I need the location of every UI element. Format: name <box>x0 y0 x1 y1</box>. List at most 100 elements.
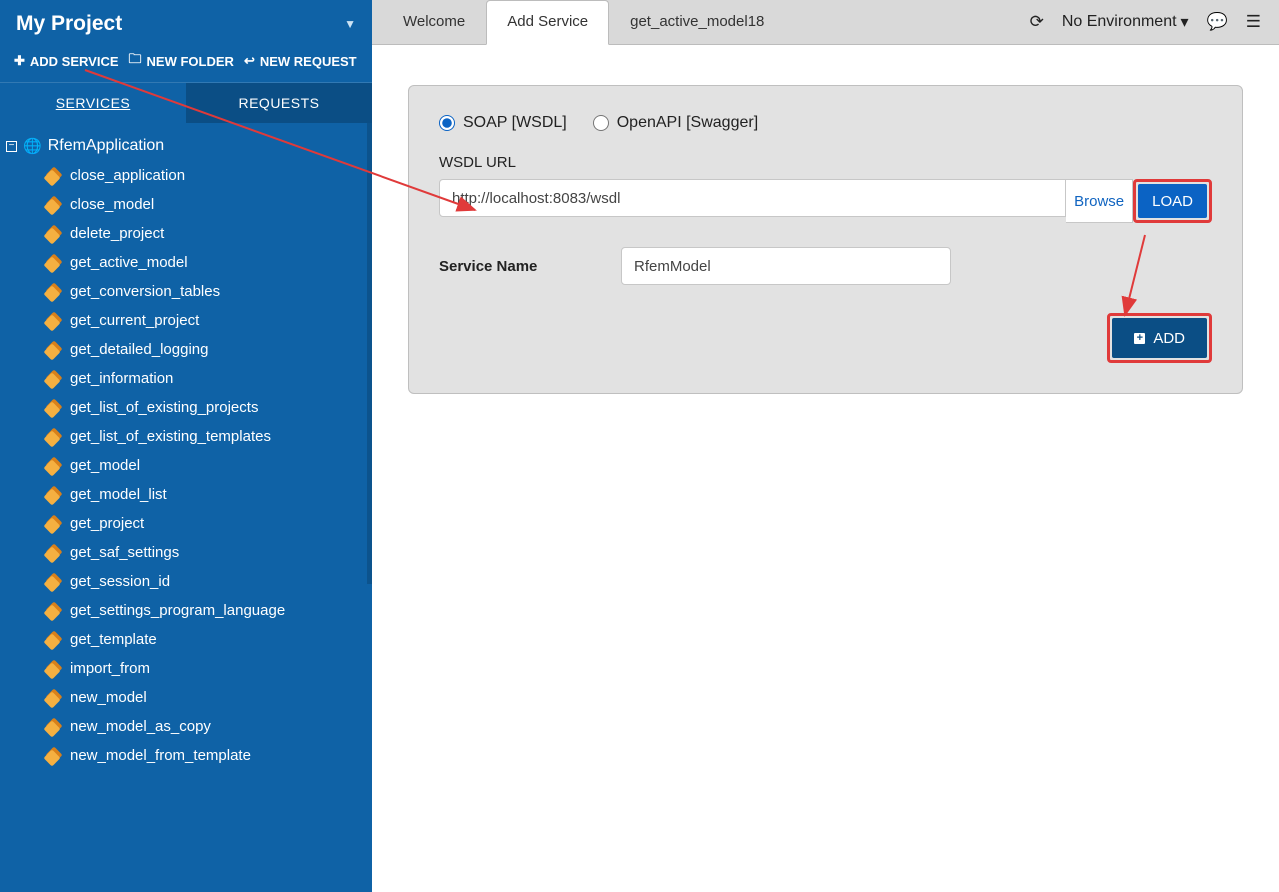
tab-services[interactable]: SERVICES <box>0 83 186 123</box>
radio-soap-input[interactable] <box>439 115 455 131</box>
new-request-action[interactable]: ↩ NEW REQUEST <box>244 50 357 72</box>
tree-item-label: new_model <box>70 689 147 706</box>
tree-item[interactable]: get_settings_program_language <box>38 596 372 625</box>
operation-icon <box>46 459 60 473</box>
tree-item-label: get_model_list <box>70 486 167 503</box>
add-button[interactable]: + ADD <box>1112 318 1207 358</box>
add-service-action[interactable]: ✚ ADD SERVICE <box>14 50 119 72</box>
radio-soap-label: SOAP [WSDL] <box>463 114 567 132</box>
tree-item[interactable]: new_model_from_template <box>38 741 372 770</box>
operation-icon <box>46 285 60 299</box>
tree-item-label: get_template <box>70 631 157 648</box>
operation-icon <box>46 343 60 357</box>
load-button[interactable]: LOAD <box>1138 184 1207 218</box>
browse-link[interactable]: Browse <box>1066 179 1133 223</box>
request-icon: ↩ <box>244 53 255 69</box>
tree-item[interactable]: get_list_of_existing_templates <box>38 422 372 451</box>
operation-icon <box>46 430 60 444</box>
main-tab[interactable]: Welcome <box>382 0 486 44</box>
tree-item[interactable]: get_detailed_logging <box>38 335 372 364</box>
operation-icon <box>46 633 60 647</box>
tree-item[interactable]: get_saf_settings <box>38 538 372 567</box>
wsdl-url-label: WSDL URL <box>439 154 1212 171</box>
refresh-icon[interactable]: ⟳ <box>1030 12 1044 32</box>
tab-services-label: SERVICES <box>56 95 131 111</box>
operation-icon <box>46 401 60 415</box>
service-name-input[interactable] <box>621 247 951 285</box>
globe-icon: 🌐 <box>23 137 42 155</box>
environment-dropdown[interactable]: No Environment ▾ <box>1062 12 1189 32</box>
chevron-down-icon: ▾ <box>1181 12 1189 32</box>
tree-item-label: get_session_id <box>70 573 170 590</box>
tree-item-label: get_information <box>70 370 173 387</box>
service-name-row: Service Name <box>439 247 1212 285</box>
tree-root-label: RfemApplication <box>48 137 165 155</box>
tree-item[interactable]: get_model_list <box>38 480 372 509</box>
radio-openapi-label: OpenAPI [Swagger] <box>617 114 758 132</box>
radio-openapi-input[interactable] <box>593 115 609 131</box>
main: WelcomeAdd Serviceget_active_model18 ⟳ N… <box>372 0 1279 892</box>
tree-item-label: get_active_model <box>70 254 188 271</box>
wsdl-url-input[interactable] <box>439 179 1066 217</box>
tree-root[interactable]: − 🌐 RfemApplication <box>0 131 372 161</box>
tree-item[interactable]: get_conversion_tables <box>38 277 372 306</box>
add-service-label: ADD SERVICE <box>30 54 119 69</box>
collapse-icon[interactable]: − <box>6 141 17 152</box>
operation-icon <box>46 749 60 763</box>
tree-item-label: get_model <box>70 457 140 474</box>
tree-item[interactable]: get_information <box>38 364 372 393</box>
sidebar: My Project ▼ ✚ ADD SERVICE 🗀 NEW FOLDER … <box>0 0 372 892</box>
tree-item[interactable]: new_model_as_copy <box>38 712 372 741</box>
radio-openapi[interactable]: OpenAPI [Swagger] <box>593 114 758 132</box>
operation-icon <box>46 517 60 531</box>
add-highlight: + ADD <box>1107 313 1212 363</box>
service-tree: − 🌐 RfemApplication close_applicationclo… <box>0 123 372 892</box>
project-menu-caret-icon[interactable]: ▼ <box>344 17 356 31</box>
tree-item[interactable]: import_from <box>38 654 372 683</box>
tree-item[interactable]: new_model <box>38 683 372 712</box>
tree-item[interactable]: close_model <box>38 190 372 219</box>
operation-icon <box>46 169 60 183</box>
project-header: My Project ▼ <box>0 0 372 46</box>
plus-circle-icon: ✚ <box>14 53 25 69</box>
project-title: My Project <box>16 12 122 36</box>
operation-icon <box>46 662 60 676</box>
tree-item-label: get_project <box>70 515 144 532</box>
operation-icon <box>46 604 60 618</box>
radio-soap[interactable]: SOAP [WSDL] <box>439 114 567 132</box>
tree-item-label: delete_project <box>70 225 164 242</box>
environment-label: No Environment <box>1062 13 1177 31</box>
tab-requests-label: REQUESTS <box>238 95 319 111</box>
folder-icon: 🗀 <box>129 50 142 72</box>
tree-item[interactable]: delete_project <box>38 219 372 248</box>
tree-item[interactable]: get_project <box>38 509 372 538</box>
load-highlight: LOAD <box>1133 179 1212 223</box>
operation-icon <box>46 720 60 734</box>
tree-item[interactable]: close_application <box>38 161 372 190</box>
chat-icon[interactable]: 💬 <box>1207 12 1228 32</box>
new-folder-action[interactable]: 🗀 NEW FOLDER <box>129 50 234 72</box>
tree-item-label: get_detailed_logging <box>70 341 208 358</box>
tree-item[interactable]: get_model <box>38 451 372 480</box>
tab-requests[interactable]: REQUESTS <box>186 83 372 123</box>
tree-item-label: new_model_from_template <box>70 747 251 764</box>
tree-item-label: import_from <box>70 660 150 677</box>
tree-item-label: get_list_of_existing_projects <box>70 399 258 416</box>
main-tab[interactable]: get_active_model18 <box>609 0 785 44</box>
tree-item-label: get_settings_program_language <box>70 602 285 619</box>
new-request-label: NEW REQUEST <box>260 54 357 69</box>
operation-icon <box>46 256 60 270</box>
operation-icon <box>46 691 60 705</box>
tree-item[interactable]: get_session_id <box>38 567 372 596</box>
tree-item[interactable]: get_active_model <box>38 248 372 277</box>
operation-icon <box>46 198 60 212</box>
tree-item[interactable]: get_current_project <box>38 306 372 335</box>
main-tab[interactable]: Add Service <box>486 0 609 45</box>
add-row: + ADD <box>439 313 1212 363</box>
tree-item[interactable]: get_template <box>38 625 372 654</box>
operation-icon <box>46 546 60 560</box>
tree-item[interactable]: get_list_of_existing_projects <box>38 393 372 422</box>
sidebar-actions: ✚ ADD SERVICE 🗀 NEW FOLDER ↩ NEW REQUEST <box>0 46 372 82</box>
menu-icon[interactable]: ☰ <box>1246 12 1261 32</box>
operation-icon <box>46 314 60 328</box>
